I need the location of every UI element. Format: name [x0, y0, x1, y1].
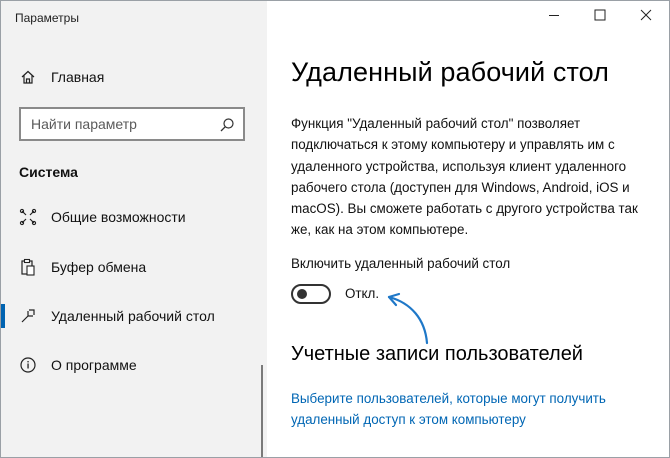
sidebar-item-shared-experiences[interactable]: Общие возможности: [1, 197, 267, 237]
active-indicator: [1, 304, 5, 328]
sidebar-item-label: Удаленный рабочий стол: [51, 308, 215, 324]
search-input[interactable]: [31, 109, 211, 139]
sidebar-item-clipboard[interactable]: Буфер обмена: [1, 247, 267, 287]
settings-window: Параметры Главная Система Общие возможно…: [0, 0, 670, 458]
sidebar-item-home[interactable]: Главная: [1, 59, 267, 95]
search-icon[interactable]: [219, 117, 235, 133]
app-title: Параметры: [15, 11, 79, 25]
sidebar: Параметры Главная Система Общие возможно…: [1, 1, 267, 457]
main-content: Удаленный рабочий стол Функция "Удаленны…: [267, 1, 669, 457]
sidebar-item-remote-desktop[interactable]: Удаленный рабочий стол: [1, 296, 267, 336]
page-title: Удаленный рабочий стол: [291, 57, 609, 87]
shared-experiences-icon: [19, 208, 37, 226]
toggle-label: Включить удаленный рабочий стол: [291, 256, 511, 271]
accounts-heading: Учетные записи пользователей: [291, 343, 583, 365]
sidebar-section-title: Система: [19, 164, 78, 180]
info-icon: [19, 356, 37, 374]
sidebar-item-label: О программе: [51, 357, 137, 373]
sidebar-item-about[interactable]: О программе: [1, 345, 267, 385]
description-text: Функция "Удаленный рабочий стол" позволя…: [291, 116, 638, 238]
search-box[interactable]: [19, 107, 245, 141]
annotation-arrow-icon: [387, 292, 429, 345]
sidebar-item-label: Общие возможности: [51, 209, 186, 225]
clipboard-icon: [19, 258, 37, 276]
toggle-knob: [297, 289, 307, 299]
toggle-state-text: Откл.: [345, 286, 380, 301]
remote-desktop-icon: [19, 307, 37, 325]
remote-desktop-toggle[interactable]: [291, 284, 331, 304]
home-icon: [19, 68, 37, 86]
sidebar-item-label: Буфер обмена: [51, 259, 147, 275]
sidebar-item-label: Главная: [51, 69, 105, 85]
select-users-link[interactable]: Выберите пользователей, которые могут по…: [291, 388, 641, 430]
sidebar-scrollbar[interactable]: [261, 365, 263, 457]
